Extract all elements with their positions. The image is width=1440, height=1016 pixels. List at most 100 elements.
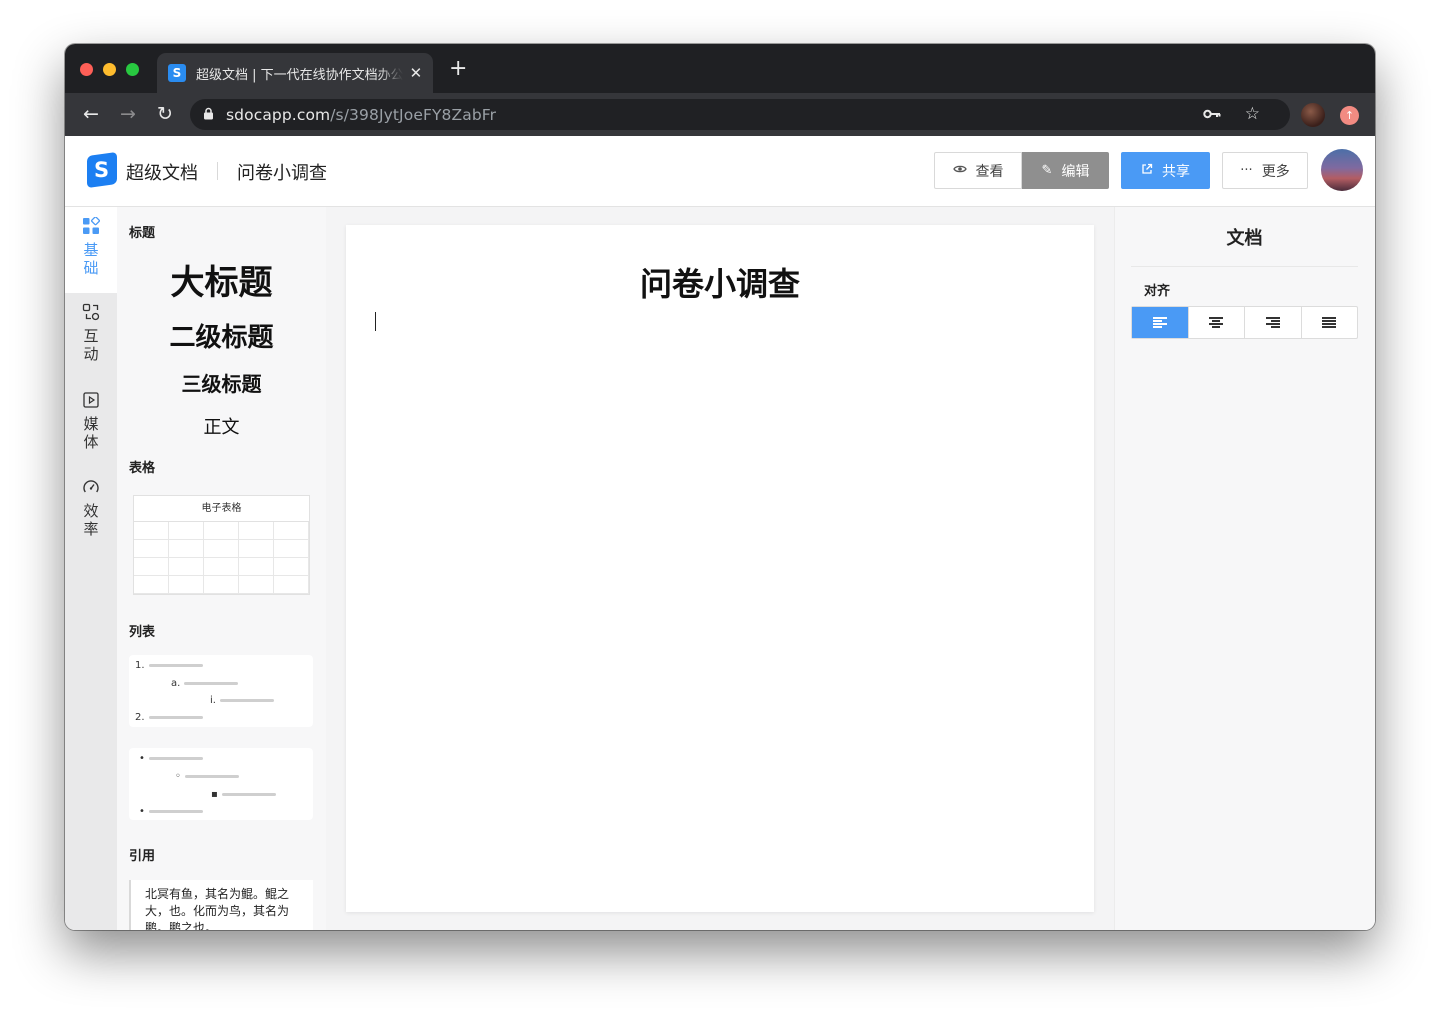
more-button[interactable]: ··· 更多: [1222, 152, 1308, 189]
list-marker: ◦: [175, 770, 181, 782]
document-name[interactable]: 问卷小调查: [237, 159, 327, 185]
list-line: [148, 715, 203, 719]
list-item: i.: [210, 694, 274, 706]
body-text-block[interactable]: 正文: [117, 413, 326, 439]
quote-block[interactable]: 北冥有鱼，其名为鲲。鲲之大，也。化而为鸟，其名为鹏。鹏之也。: [129, 880, 313, 930]
spreadsheet-block[interactable]: 电子表格: [133, 495, 310, 595]
update-icon[interactable]: ↑: [1340, 106, 1359, 125]
play-icon: [65, 391, 117, 413]
text-cursor: [375, 312, 376, 331]
key-icon[interactable]: [1203, 99, 1221, 130]
rail-label-basic: 基础: [83, 241, 99, 277]
list-marker: a.: [171, 677, 181, 689]
align-left-button[interactable]: [1132, 307, 1189, 338]
view-button[interactable]: 查看: [934, 152, 1022, 189]
logo-letter: S: [94, 158, 110, 182]
align-justify-icon: [1322, 317, 1337, 328]
view-label: 查看: [975, 163, 1004, 180]
list-item: 2.: [135, 711, 203, 723]
rail-label-media: 媒体: [83, 415, 99, 451]
tab-title: 超级文档 | 下一代在线协作文档办公平台: [196, 67, 403, 83]
spreadsheet-grid: [134, 522, 309, 594]
align-left-icon: [1152, 317, 1167, 328]
list-marker: •: [139, 805, 145, 817]
minimize-window-button[interactable]: [103, 63, 116, 76]
align-center-button[interactable]: [1189, 307, 1245, 338]
close-window-button[interactable]: [80, 63, 93, 76]
list-line: [148, 809, 203, 813]
list-item: •: [139, 805, 203, 817]
edit-button[interactable]: ✎ 编辑: [1022, 152, 1109, 189]
browser-tab[interactable]: S 超级文档 | 下一代在线协作文档办公平台 ✕: [157, 53, 433, 93]
list-marker: i.: [210, 694, 216, 706]
heading2-block[interactable]: 二级标题: [117, 317, 326, 354]
list-line: [219, 698, 274, 702]
list-marker: 1.: [135, 659, 145, 671]
align-right-button[interactable]: [1245, 307, 1302, 338]
list-marker: 2.: [135, 711, 145, 723]
align-right-icon: [1265, 317, 1280, 328]
bookmark-star-icon[interactable]: ☆: [1245, 99, 1260, 130]
edit-label: 编辑: [1061, 163, 1090, 180]
components-panel: 标题 大标题 二级标题 三级标题 正文 表格 电子表格 列表 1. a. i. …: [117, 207, 326, 930]
list-line: [221, 792, 276, 796]
toolbar: ← → ↻ sdocapp.com/s/398JytJoeFY8ZabFr ☆ …: [65, 93, 1375, 136]
lock-icon: [203, 107, 214, 123]
list-item: •: [139, 752, 203, 764]
list-line: [148, 756, 203, 760]
list-item: a.: [171, 677, 239, 689]
document-title[interactable]: 问卷小调查: [346, 259, 1094, 305]
rail-label-efficiency: 效率: [83, 502, 99, 538]
align-center-icon: [1209, 317, 1224, 328]
section-table-title: 表格: [129, 461, 156, 476]
app-logo[interactable]: S: [87, 151, 117, 189]
ordered-list-block[interactable]: 1. a. i. 2.: [129, 655, 313, 727]
rail-label-interactive: 互动: [83, 327, 99, 363]
share-label: 共享: [1162, 163, 1190, 180]
new-tab-button[interactable]: +: [449, 58, 467, 80]
url-text: sdocapp.com/s/398JytJoeFY8ZabFr: [226, 106, 496, 124]
ellipsis-icon: ···: [1240, 163, 1253, 178]
share-button[interactable]: 共享: [1121, 152, 1210, 189]
share-icon: [1141, 163, 1153, 179]
properties-title: 文档: [1131, 224, 1358, 267]
maximize-window-button[interactable]: [126, 63, 139, 76]
heading3-block[interactable]: 三级标题: [117, 368, 326, 397]
list-item: ◦: [175, 770, 239, 782]
list-marker: ▪: [211, 788, 218, 800]
list-item: 1.: [135, 659, 203, 671]
gauge-icon: [65, 478, 117, 500]
reload-icon[interactable]: ↻: [153, 102, 177, 126]
list-marker: •: [139, 752, 145, 764]
bullet-list-block[interactable]: • ◦ ▪ •: [129, 748, 313, 820]
list-item: ▪: [211, 788, 276, 800]
align-label: 对齐: [1144, 284, 1171, 299]
more-label: 更多: [1261, 163, 1290, 180]
user-avatar[interactable]: [1321, 149, 1363, 191]
document-page[interactable]: 问卷小调查: [346, 225, 1094, 912]
url-host: sdocapp.com: [226, 105, 331, 124]
address-bar[interactable]: sdocapp.com/s/398JytJoeFY8ZabFr ☆: [190, 99, 1290, 130]
list-line: [148, 663, 203, 667]
rail-item-media[interactable]: 媒体: [65, 391, 117, 467]
properties-panel: 文档 对齐: [1114, 207, 1375, 930]
section-headings-title: 标题: [129, 226, 156, 241]
align-justify-button[interactable]: [1302, 307, 1358, 338]
browser-window: S 超级文档 | 下一代在线协作文档办公平台 ✕ + ← → ↻ sdocapp…: [65, 44, 1375, 930]
rail-item-efficiency[interactable]: 效率: [65, 478, 117, 554]
browser-profile-avatar[interactable]: [1301, 103, 1325, 127]
align-button-group: [1131, 306, 1358, 339]
forward-arrow-icon[interactable]: →: [116, 102, 140, 126]
back-arrow-icon[interactable]: ←: [79, 102, 103, 126]
section-quote-title: 引用: [129, 849, 156, 864]
heading1-block[interactable]: 大标题: [117, 255, 326, 304]
app-header: S 超级文档 问卷小调查 查看 ✎ 编辑 共享 ··· 更多: [65, 136, 1375, 207]
url-path: /s/398JytJoeFY8ZabFr: [330, 105, 497, 124]
tab-close-icon[interactable]: ✕: [409, 64, 423, 82]
rail-item-basic[interactable]: 基础: [65, 207, 117, 293]
rail-item-interactive[interactable]: 互动: [65, 303, 117, 379]
category-rail: 基础 互动 媒体 效率: [65, 207, 117, 930]
section-list-title: 列表: [129, 625, 156, 640]
interact-icon: [65, 303, 117, 325]
list-line: [184, 681, 239, 685]
